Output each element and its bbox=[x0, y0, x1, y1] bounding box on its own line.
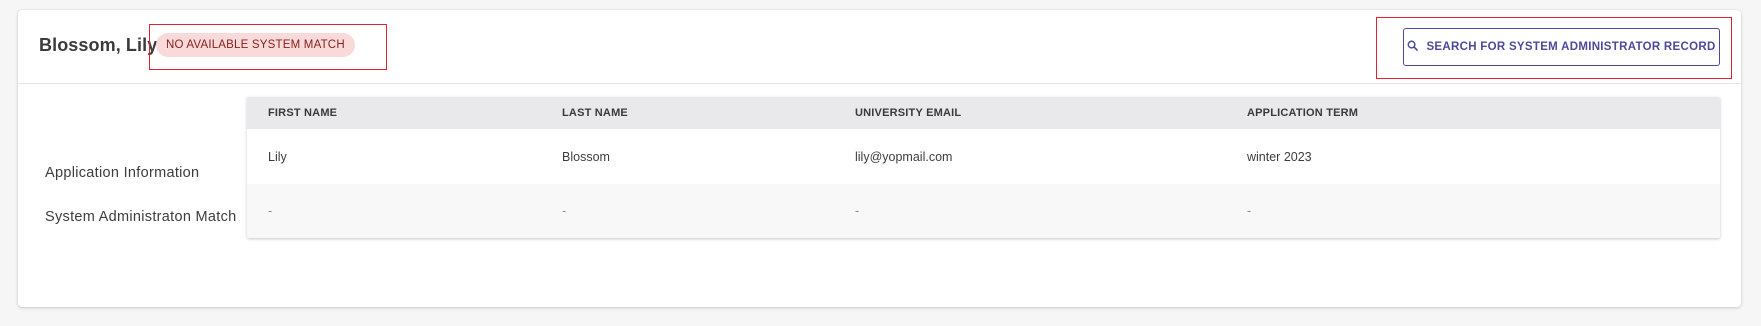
search-icon bbox=[1407, 40, 1419, 54]
cell-university-email: lily@yopmail.com bbox=[855, 149, 953, 164]
cell-first-name-match: - bbox=[268, 204, 273, 218]
cell-last-name-match: - bbox=[562, 204, 567, 218]
cell-application-term: winter 2023 bbox=[1247, 149, 1312, 164]
cell-university-email-match: - bbox=[855, 204, 860, 218]
table-row-system-match: - - - - bbox=[247, 184, 1720, 238]
system-admin-match-label: System Administraton Match bbox=[45, 209, 237, 225]
table-row-application: Lily Blossom lily@yopmail.com winter 202… bbox=[247, 129, 1720, 184]
application-information-label: Application Information bbox=[45, 165, 200, 181]
column-header-last-name: LAST NAME bbox=[562, 107, 628, 119]
column-header-university-email: UNIVERSITY EMAIL bbox=[855, 107, 962, 119]
card-header: Blossom, Lily NO AVAILABLE SYSTEM MATCH … bbox=[18, 10, 1741, 84]
record-comparison-table: FIRST NAME LAST NAME UNIVERSITY EMAIL AP… bbox=[247, 97, 1720, 238]
applicant-card: Blossom, Lily NO AVAILABLE SYSTEM MATCH … bbox=[18, 10, 1741, 307]
cell-application-term-match: - bbox=[1247, 204, 1252, 218]
cell-last-name: Blossom bbox=[562, 149, 610, 164]
search-button-label: SEARCH FOR SYSTEM ADMINISTRATOR RECORD bbox=[1426, 41, 1716, 53]
column-header-first-name: FIRST NAME bbox=[268, 107, 338, 119]
status-badge: NO AVAILABLE SYSTEM MATCH bbox=[156, 33, 355, 57]
table-header-row: FIRST NAME LAST NAME UNIVERSITY EMAIL AP… bbox=[247, 97, 1720, 129]
cell-first-name: Lily bbox=[268, 149, 287, 164]
search-system-admin-record-button[interactable]: SEARCH FOR SYSTEM ADMINISTRATOR RECORD bbox=[1403, 28, 1720, 66]
person-name: Blossom, Lily bbox=[39, 35, 158, 55]
column-header-application-term: APPLICATION TERM bbox=[1247, 107, 1359, 119]
